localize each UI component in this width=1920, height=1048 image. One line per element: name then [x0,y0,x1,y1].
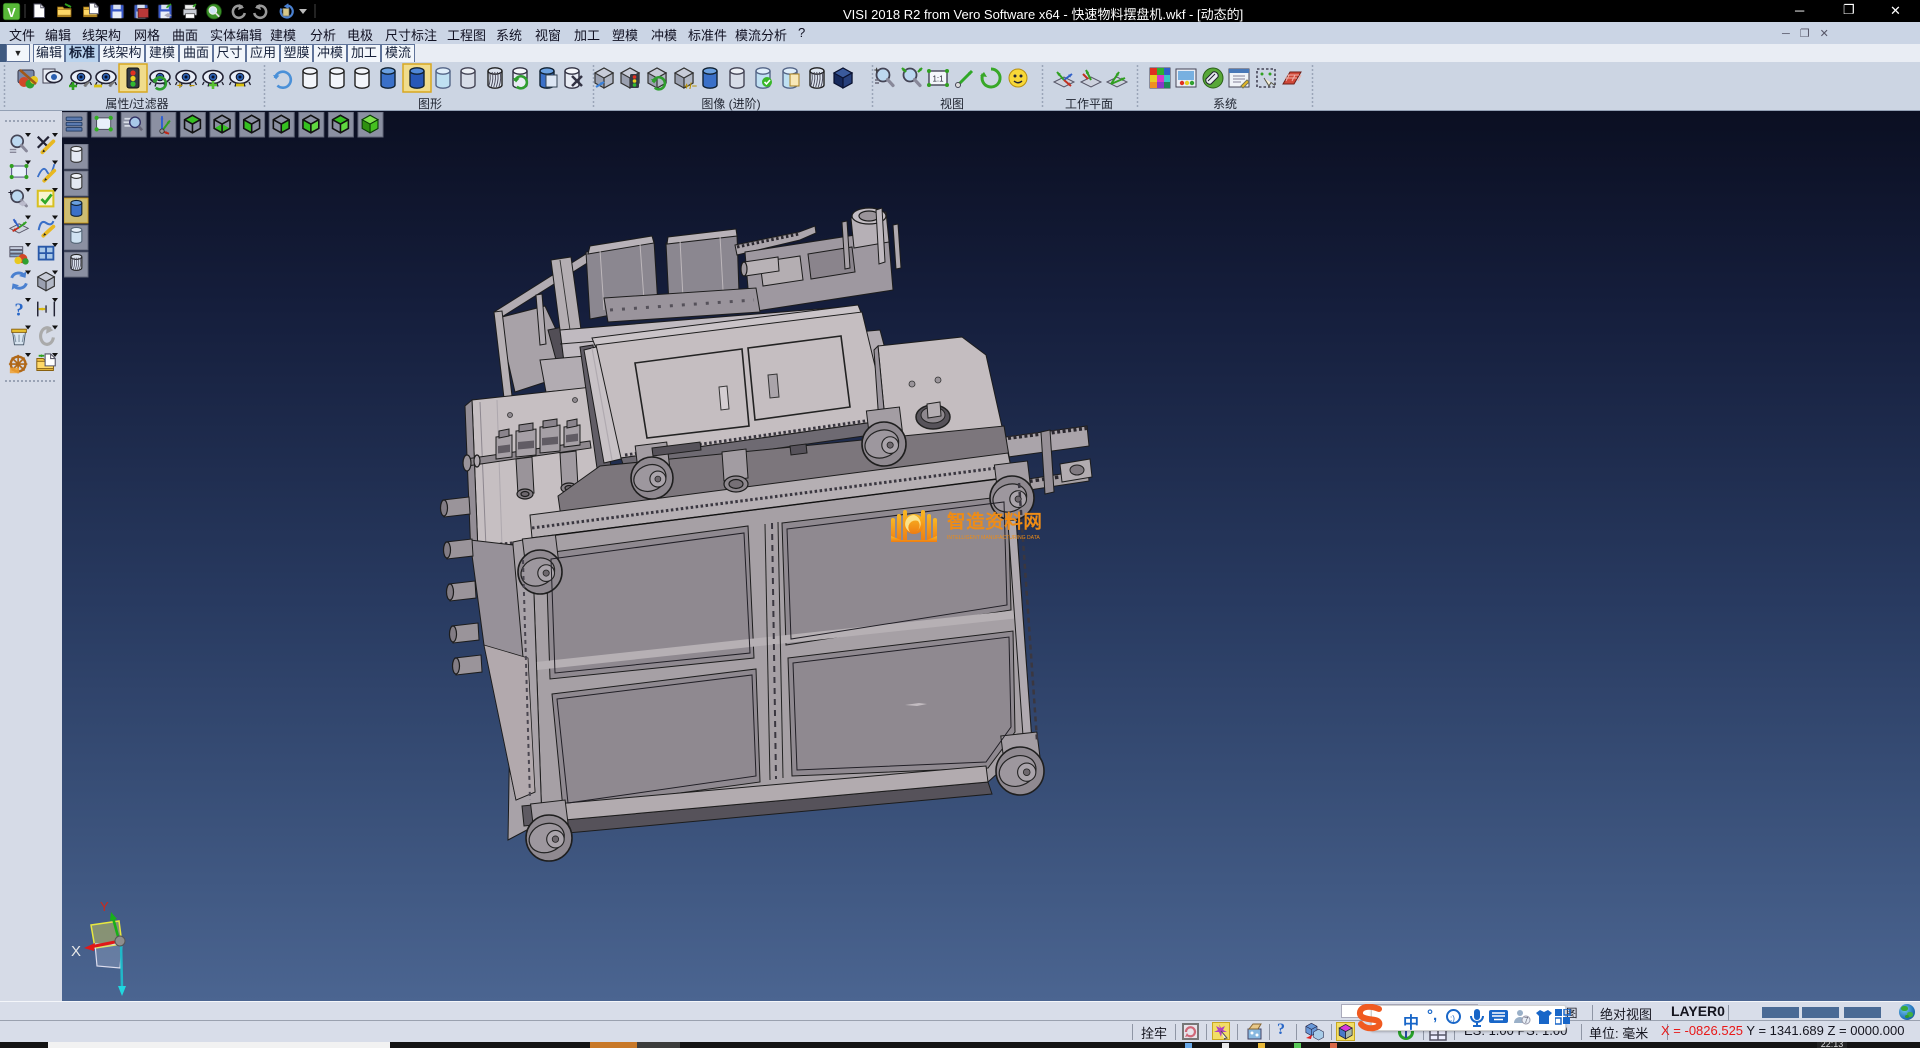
svg-text:−: − [189,81,195,92]
svg-text:+: + [8,187,13,197]
svg-text:Y: Y [100,899,109,914]
svg-text:+: + [874,65,879,75]
svg-text:INTELLIGENT MANUFACTURING DATA: INTELLIGENT MANUFACTURING DATA [947,535,1040,541]
svg-text:1:1: 1:1 [932,75,944,84]
svg-text:+: + [177,81,183,92]
svg-text:X: X [71,943,81,960]
svg-text:+/−: +/− [684,81,697,91]
svg-text:7: 7 [1524,1016,1529,1025]
svg-text:V: V [7,5,16,20]
svg-text:?: ? [14,299,23,319]
svg-text:智造资料网: 智造资料网 [947,511,1043,532]
